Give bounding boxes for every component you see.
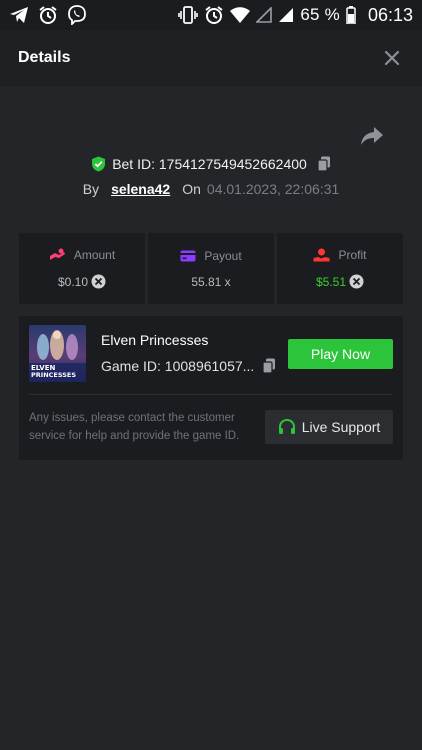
live-support-button[interactable]: Live Support [265, 410, 393, 444]
payout-value: 55.81 x [191, 274, 231, 289]
payout-card: Payout 55.81 x [148, 233, 274, 304]
profit-card: Profit $5.51 [277, 233, 403, 304]
profit-icon [313, 248, 330, 262]
payout-icon [180, 250, 196, 262]
alarm-icon [204, 5, 224, 25]
profit-label: Profit [338, 248, 367, 262]
details-header: Details [0, 30, 422, 86]
bet-id: Bet ID: 1754127549452662400 [112, 156, 307, 172]
status-bar: 65 % 06:13 [0, 0, 422, 30]
shield-check-icon [91, 156, 106, 172]
support-message: Any issues, please contact the customer … [29, 412, 240, 442]
username-link[interactable]: selena42 [111, 181, 170, 197]
thumbnail-title: ELVEN PRINCESSES [31, 364, 77, 379]
bet-stats: Amount $0.10 Payout 55.81 x Profit $5.51 [19, 233, 403, 304]
amount-label: Amount [73, 248, 116, 262]
share-icon [361, 127, 383, 145]
game-title: Elven Princesses [101, 332, 209, 348]
copy-icon [317, 156, 330, 172]
game-thumbnail[interactable]: ELVEN PRINCESSES [29, 325, 86, 382]
share-button[interactable] [360, 125, 384, 147]
headset-icon [278, 418, 296, 436]
status-left-icons [9, 5, 87, 25]
game-id-row: Game ID: 1008961057... [101, 358, 276, 374]
currency-x-icon [349, 274, 364, 289]
vibrate-icon [178, 6, 199, 24]
copy-bet-id-button[interactable] [317, 156, 331, 172]
status-right-icons: 65 % 06:13 [178, 5, 413, 26]
on-label: On [182, 181, 201, 197]
profit-value: $5.51 [315, 274, 347, 289]
amount-value: $0.10 [57, 274, 89, 289]
close-button[interactable] [380, 46, 404, 70]
payout-label: Payout [204, 248, 242, 263]
copy-icon [262, 358, 276, 374]
amount-header: Amount [49, 248, 115, 262]
signal-icon [256, 7, 273, 23]
bet-date: 04.01.2023, 22:06:31 [206, 181, 340, 197]
copy-game-id-button[interactable] [262, 358, 276, 374]
wifi-icon [230, 7, 251, 23]
status-time: 06:13 [367, 4, 413, 25]
battery-percent: 65 % [300, 5, 340, 24]
signal-icon [278, 7, 294, 23]
telegram-icon [9, 6, 29, 24]
game-id: Game ID: 1008961057... [101, 358, 255, 374]
currency-x-icon [91, 274, 106, 289]
by-label: By [82, 181, 100, 197]
amount-card: Amount $0.10 [19, 233, 145, 304]
profit-value-row: $5.51 [316, 274, 364, 289]
bet-id-row: Bet ID: 1754127549452662400 [0, 153, 422, 175]
game-card: ELVEN PRINCESSES Elven Princesses Game I… [19, 316, 403, 460]
amount-icon [49, 248, 66, 262]
play-now-button[interactable]: Play Now [288, 339, 393, 369]
close-icon [384, 50, 400, 66]
battery-icon [346, 6, 356, 24]
alarm-icon [38, 5, 58, 25]
payout-value-row: 55.81 x [191, 275, 230, 289]
viber-icon [67, 5, 87, 25]
page-title: Details [18, 49, 71, 66]
bet-meta-row: By selena42 On 04.01.2023, 22:06:31 [0, 178, 422, 200]
amount-value-row: $0.10 [58, 274, 106, 289]
payout-header: Payout [180, 248, 242, 263]
divider [29, 394, 393, 395]
live-support-label: Live Support [301, 419, 381, 435]
profit-header: Profit [313, 248, 367, 262]
